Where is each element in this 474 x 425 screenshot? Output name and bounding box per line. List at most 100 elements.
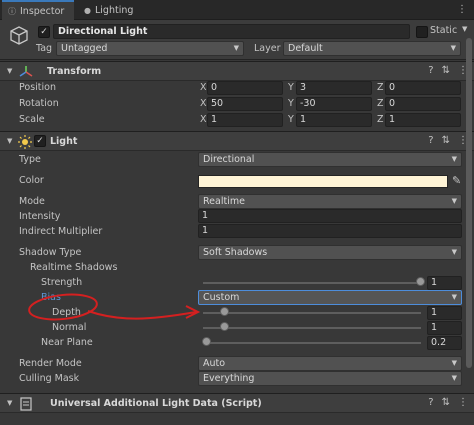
indirect-multiplier-label: Indirect Multiplier <box>19 226 103 237</box>
active-checkbox[interactable]: ✓ <box>38 26 50 38</box>
type-dropdown[interactable]: Directional ▼ <box>198 152 462 167</box>
near-plane-field[interactable]: 0.2 <box>427 336 462 350</box>
mode-dropdown[interactable]: Realtime ▼ <box>198 194 462 209</box>
normal-label: Normal <box>52 322 87 333</box>
chevron-down-icon: ▼ <box>451 359 457 367</box>
bias-label: Bias <box>41 292 61 303</box>
tab-lighting[interactable]: ● Lighting <box>78 0 152 20</box>
rotation-y-field[interactable]: -30 <box>296 97 372 111</box>
light-icon <box>18 135 32 149</box>
chevron-down-icon: ▼ <box>451 374 457 382</box>
position-z-field[interactable]: 0 <box>385 81 461 95</box>
light-enabled-checkbox[interactable]: ✓ <box>34 135 46 147</box>
info-icon: ⓘ <box>8 6 16 16</box>
axis-x-label[interactable]: X <box>200 82 207 93</box>
light-title: Light <box>50 136 78 147</box>
axis-y-label[interactable]: Y <box>288 82 294 93</box>
scale-x-field[interactable]: 1 <box>207 113 283 127</box>
preset-icon[interactable]: ⇅ <box>442 65 450 76</box>
depth-slider-knob[interactable] <box>219 307 229 316</box>
intensity-label: Intensity <box>19 211 61 222</box>
scrollbar-thumb[interactable] <box>466 38 472 368</box>
axis-z-label[interactable]: Z <box>377 82 384 93</box>
eyedropper-icon[interactable]: ✎ <box>452 174 461 187</box>
preset-icon[interactable]: ⇅ <box>442 397 450 408</box>
strength-slider-track[interactable] <box>203 282 421 284</box>
scale-label: Scale <box>19 114 45 125</box>
bias-value: Custom <box>203 292 240 303</box>
axis-z-label[interactable]: Z <box>377 98 384 109</box>
fold-arrow-icon[interactable]: ▼ <box>7 399 12 407</box>
tag-value: Untagged <box>61 43 108 54</box>
additional-light-data-header[interactable]: ▼ Universal Additional Light Data (Scrip… <box>0 393 474 413</box>
tag-dropdown[interactable]: Untagged ▼ <box>56 41 244 56</box>
chevron-down-icon: ▼ <box>451 248 457 256</box>
fold-arrow-icon[interactable]: ▼ <box>7 137 12 145</box>
chevron-down-icon: ▼ <box>450 44 456 52</box>
static-checkbox[interactable] <box>416 26 428 38</box>
shadow-type-dropdown[interactable]: Soft Shadows ▼ <box>198 245 462 260</box>
color-swatch[interactable] <box>198 175 448 188</box>
additional-light-data-title: Universal Additional Light Data (Script) <box>50 398 262 409</box>
indirect-multiplier-field[interactable]: 1 <box>198 224 462 238</box>
strength-label: Strength <box>41 277 83 288</box>
annotation-arrow-head <box>185 305 201 319</box>
axis-y-label[interactable]: Y <box>288 98 294 109</box>
help-icon[interactable]: ? <box>428 65 433 76</box>
normal-slider-track[interactable] <box>203 327 421 329</box>
chevron-down-icon: ▼ <box>451 197 457 205</box>
depth-field[interactable]: 1 <box>427 306 462 320</box>
position-y-field[interactable]: 3 <box>296 81 372 95</box>
axis-z-label[interactable]: Z <box>377 114 384 125</box>
shadow-type-value: Soft Shadows <box>203 247 268 258</box>
rotation-z-field[interactable]: 0 <box>385 97 461 111</box>
position-x-field[interactable]: 0 <box>207 81 283 95</box>
tab-inspector-label: Inspector <box>20 5 65 17</box>
help-icon[interactable]: ? <box>428 397 433 408</box>
object-name-field[interactable]: Directional Light <box>53 24 410 39</box>
near-plane-slider-track[interactable] <box>203 342 421 344</box>
layer-dropdown[interactable]: Default ▼ <box>283 41 461 56</box>
fold-arrow-icon[interactable]: ▼ <box>7 67 12 75</box>
render-mode-value: Auto <box>203 358 226 369</box>
layer-label: Layer <box>254 43 281 54</box>
culling-mask-label: Culling Mask <box>19 373 80 384</box>
axis-x-label[interactable]: X <box>200 114 207 125</box>
near-plane-slider-knob[interactable] <box>202 337 212 346</box>
scale-y-field[interactable]: 1 <box>296 113 372 127</box>
realtime-shadows-label: Realtime Shadows <box>30 262 118 273</box>
normal-field[interactable]: 1 <box>427 321 462 335</box>
light-header[interactable]: ▼ ✓ Light ? ⇅ ⋮ <box>0 131 474 151</box>
tab-bar: ⓘ Inspector ● Lighting ⋮ <box>0 0 474 20</box>
help-icon[interactable]: ? <box>428 135 433 146</box>
chevron-down-icon: ▼ <box>233 44 239 52</box>
mode-label: Mode <box>19 196 45 207</box>
transform-header[interactable]: ▼ Transform ? ⇅ ⋮ <box>0 61 474 81</box>
scale-z-field[interactable]: 1 <box>385 113 461 127</box>
culling-mask-dropdown[interactable]: Everything ▼ <box>198 371 462 386</box>
chevron-down-icon: ▼ <box>451 155 457 163</box>
tab-menu-icon[interactable]: ⋮ <box>457 4 467 15</box>
axis-y-label[interactable]: Y <box>288 114 294 125</box>
type-value: Directional <box>203 154 255 165</box>
static-dropdown-icon[interactable]: ▼ <box>462 25 467 33</box>
intensity-field[interactable]: 1 <box>198 209 462 223</box>
mode-value: Realtime <box>203 196 245 207</box>
bulb-icon: ● <box>84 5 91 15</box>
object-header: ✓ Directional Light Static ▼ Tag Untagge… <box>0 20 474 60</box>
static-label: Static <box>430 25 458 36</box>
rotation-label: Rotation <box>19 98 59 109</box>
axis-x-label[interactable]: X <box>200 98 207 109</box>
strength-slider-knob[interactable] <box>416 277 425 286</box>
more-icon[interactable]: ⋮ <box>458 397 468 408</box>
strength-field[interactable]: 1 <box>427 276 462 290</box>
rotation-x-field[interactable]: 50 <box>207 97 283 111</box>
tab-inspector[interactable]: ⓘ Inspector <box>2 0 74 20</box>
render-mode-dropdown[interactable]: Auto ▼ <box>198 356 462 371</box>
bias-dropdown[interactable]: Custom ▼ <box>198 290 462 305</box>
position-label: Position <box>19 82 56 93</box>
preset-icon[interactable]: ⇅ <box>442 135 450 146</box>
depth-slider-track[interactable] <box>203 312 421 314</box>
normal-slider-knob[interactable] <box>219 322 229 331</box>
tab-lighting-label: Lighting <box>94 4 134 16</box>
